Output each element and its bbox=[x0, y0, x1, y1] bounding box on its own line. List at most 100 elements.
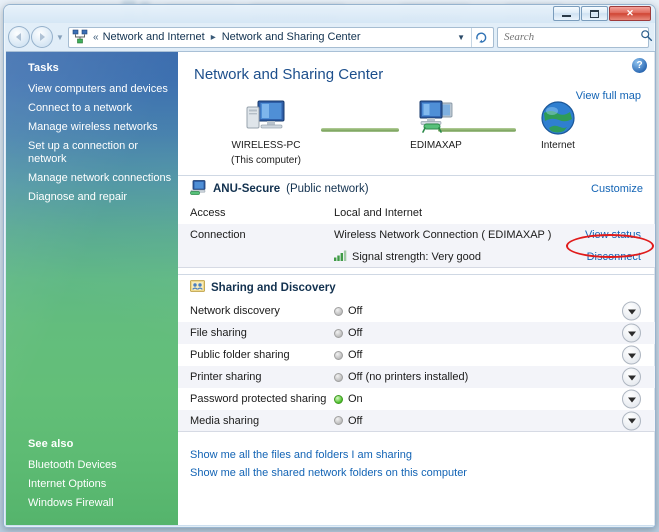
row-network-discovery-state: Off bbox=[334, 305, 643, 317]
network-name: ANU-Secure bbox=[213, 183, 281, 195]
address-dropdown-icon[interactable]: ▼ bbox=[451, 33, 471, 42]
chevron-down-icon-password-protected-sharing[interactable] bbox=[622, 389, 641, 409]
row-file-sharing-label: File sharing bbox=[190, 327, 247, 339]
search-icon bbox=[640, 29, 653, 45]
recent-pages-chevron-icon[interactable]: ▼ bbox=[54, 26, 66, 48]
row-password-protected-sharing: Password protected sharing On bbox=[178, 388, 655, 410]
map-node-internet[interactable]: Internet bbox=[503, 97, 613, 152]
sharing-folder-icon bbox=[190, 279, 205, 296]
breadcrumb-item-network-and-sharing-center[interactable]: Network and Sharing Center bbox=[220, 30, 363, 44]
row-network-discovery-label: Network discovery bbox=[190, 305, 280, 317]
show-shared-network-folders-link[interactable]: Show me all the shared network folders o… bbox=[190, 464, 655, 482]
close-button[interactable]: ✕ bbox=[609, 6, 651, 21]
row-file-sharing-state: Off bbox=[334, 327, 643, 339]
map-node-computer[interactable]: WIRELESS-PC (This computer) bbox=[211, 97, 321, 167]
chevron-down-icon-file-sharing[interactable] bbox=[622, 323, 641, 343]
network-section-header: ANU-Secure (Public network) Customize bbox=[178, 175, 655, 202]
forward-button[interactable] bbox=[31, 26, 53, 48]
status-dot-on bbox=[334, 394, 343, 404]
row-password-protected-sharing-label: Password protected sharing bbox=[190, 393, 327, 405]
row-access-label: Access bbox=[190, 207, 226, 219]
search-input[interactable] bbox=[502, 30, 640, 44]
navigation-bar: ▼ « Network and Internet ▸ Network and S… bbox=[4, 23, 655, 51]
sidebar-item-internet-options[interactable]: Internet Options bbox=[28, 475, 117, 494]
tasks-sidebar: Tasks View computers and devices Connect… bbox=[6, 52, 178, 525]
chevron-down-icon-public-folder-sharing[interactable] bbox=[622, 345, 641, 365]
breadcrumb-overflow-icon[interactable]: « bbox=[91, 32, 101, 43]
status-dot-off bbox=[334, 350, 343, 360]
row-public-folder-sharing-value: Off bbox=[348, 349, 363, 361]
network-map: WIRELESS-PC (This computer) EDIMAXAP Int… bbox=[178, 97, 655, 175]
sidebar-item-connect-to-a-network[interactable]: Connect to a network bbox=[28, 99, 178, 118]
chevron-down-icon-media-sharing[interactable] bbox=[622, 411, 641, 430]
row-media-sharing: Media sharing Off bbox=[178, 410, 655, 432]
view-status-link[interactable]: View status bbox=[585, 229, 643, 241]
row-public-folder-sharing-label: Public folder sharing bbox=[190, 349, 290, 361]
map-node-access-point[interactable]: EDIMAXAP bbox=[381, 97, 491, 152]
row-public-folder-sharing-state: Off bbox=[334, 349, 643, 361]
sidebar-item-view-computers-and-devices[interactable]: View computers and devices bbox=[28, 80, 178, 99]
row-file-sharing: File sharing Off bbox=[178, 322, 655, 344]
computer-icon bbox=[211, 97, 321, 137]
row-signal-strength: Signal strength: Very good Disconnect bbox=[178, 246, 655, 268]
row-network-discovery-value: Off bbox=[348, 305, 363, 317]
status-dot-off bbox=[334, 416, 343, 425]
status-dot-off bbox=[334, 306, 343, 316]
help-icon[interactable]: ? bbox=[632, 58, 647, 73]
chevron-down-icon-network-discovery[interactable] bbox=[622, 301, 641, 321]
sharing-rows: Network discovery Off File sharing Off P… bbox=[178, 300, 655, 432]
status-dot-off bbox=[334, 328, 343, 338]
row-access-value: Local and Internet bbox=[334, 207, 423, 219]
sidebar-item-set-up-a-connection-or-network[interactable]: Set up a connection or network bbox=[28, 137, 178, 169]
status-dot-off bbox=[334, 372, 343, 382]
breadcrumb-separator-icon: ▸ bbox=[210, 31, 216, 43]
explorer-window: ✕ ▼ « Network and Internet ▸ Network and… bbox=[3, 4, 656, 528]
page-title: Network and Sharing Center bbox=[194, 66, 384, 83]
sidebar-item-diagnose-and-repair[interactable]: Diagnose and repair bbox=[28, 188, 178, 207]
sidebar-item-manage-wireless-networks[interactable]: Manage wireless networks bbox=[28, 118, 178, 137]
network-computer-icon bbox=[190, 180, 207, 198]
breadcrumb: Network and Internet ▸ Network and Shari… bbox=[101, 30, 452, 44]
chevron-down-icon-printer-sharing[interactable] bbox=[622, 367, 641, 387]
main-content: ? Network and Sharing Center View full m… bbox=[178, 52, 655, 525]
sidebar-item-windows-firewall[interactable]: Windows Firewall bbox=[28, 494, 117, 513]
search-box[interactable] bbox=[497, 26, 653, 48]
back-button[interactable] bbox=[8, 26, 30, 48]
globe-icon bbox=[503, 97, 613, 137]
minimize-button[interactable] bbox=[553, 6, 580, 21]
network-icon bbox=[72, 29, 88, 45]
row-connection: Connection Wireless Network Connection (… bbox=[178, 224, 655, 246]
row-media-sharing-label: Media sharing bbox=[190, 414, 260, 427]
window-controls: ✕ bbox=[553, 6, 651, 21]
refresh-button[interactable] bbox=[471, 27, 491, 47]
address-bar[interactable]: « Network and Internet ▸ Network and Sha… bbox=[68, 26, 494, 48]
window-body: Tasks View computers and devices Connect… bbox=[6, 51, 655, 525]
row-signal-value: Signal strength: Very good bbox=[352, 250, 482, 263]
tasks-group: Tasks View computers and devices Connect… bbox=[6, 52, 178, 207]
map-node-computer-label: WIRELESS-PC bbox=[231, 140, 301, 151]
map-node-computer-sublabel: (This computer) bbox=[230, 155, 301, 166]
row-printer-sharing: Printer sharing Off (no printers install… bbox=[178, 366, 655, 388]
row-password-protected-sharing-value: On bbox=[348, 393, 363, 405]
map-node-access-point-label: EDIMAXAP bbox=[410, 140, 462, 151]
access-point-icon bbox=[381, 97, 491, 137]
bottom-links: Show me all the files and folders I am s… bbox=[178, 432, 655, 482]
disconnect-link[interactable]: Disconnect bbox=[587, 251, 643, 263]
row-media-sharing-state: Off bbox=[334, 415, 643, 427]
breadcrumb-item-network-and-internet[interactable]: Network and Internet bbox=[101, 30, 207, 44]
row-printer-sharing-label: Printer sharing bbox=[190, 371, 262, 383]
customize-link[interactable]: Customize bbox=[591, 183, 643, 195]
row-network-discovery: Network discovery Off bbox=[178, 300, 655, 322]
maximize-button[interactable] bbox=[581, 6, 608, 21]
row-access: Access Local and Internet bbox=[178, 202, 655, 224]
row-file-sharing-value: Off bbox=[348, 327, 363, 339]
sidebar-item-manage-network-connections[interactable]: Manage network connections bbox=[28, 169, 178, 188]
nav-buttons: ▼ bbox=[8, 26, 66, 48]
network-type: (Public network) bbox=[286, 183, 369, 195]
see-also-heading: See also bbox=[28, 438, 74, 450]
row-public-folder-sharing: Public folder sharing Off bbox=[178, 344, 655, 366]
sharing-section-title: Sharing and Discovery bbox=[211, 281, 336, 294]
sidebar-item-bluetooth-devices[interactable]: Bluetooth Devices bbox=[28, 456, 117, 475]
show-shared-files-link[interactable]: Show me all the files and folders I am s… bbox=[190, 446, 655, 464]
tasks-heading: Tasks bbox=[28, 62, 59, 74]
